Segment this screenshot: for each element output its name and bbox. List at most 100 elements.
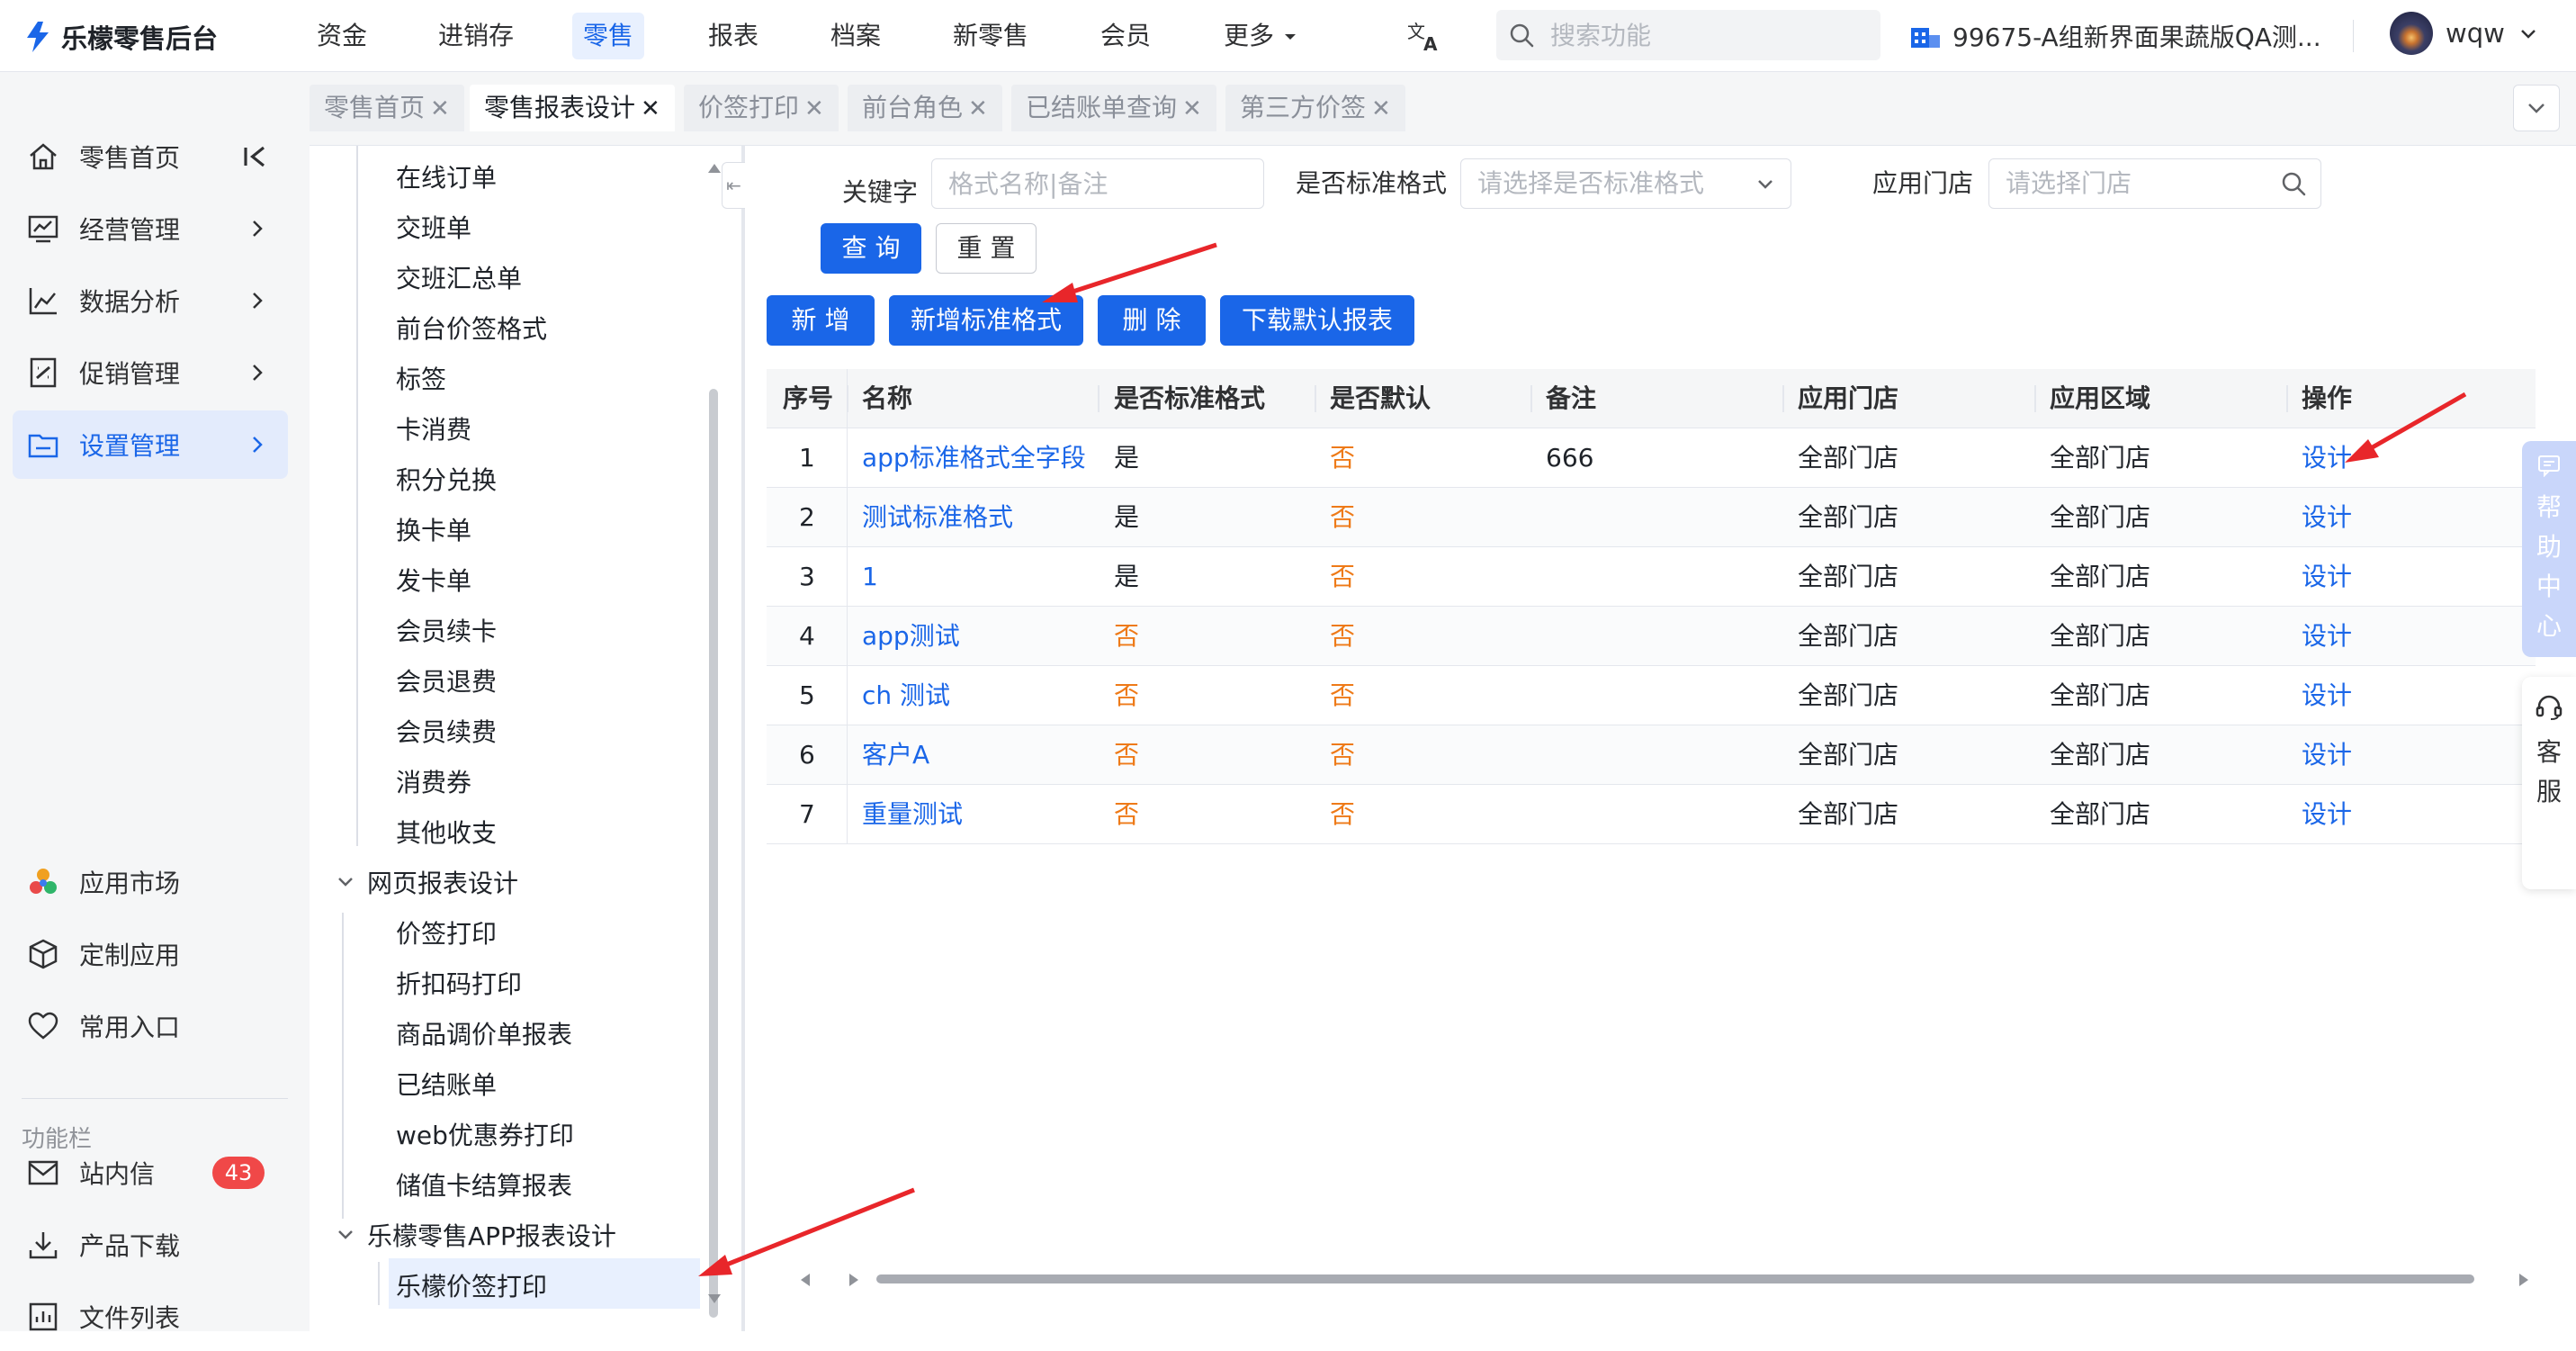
cell-name-link[interactable]: 重量测试 [862, 785, 963, 844]
scrollbar-thumb[interactable] [709, 389, 718, 1318]
tree-item[interactable]: 价签打印 [396, 914, 497, 950]
close-icon[interactable]: ✕ [1182, 95, 1202, 122]
tree-item[interactable]: 积分兑换 [396, 461, 497, 497]
app-logo[interactable]: 乐檬零售后台 [23, 18, 218, 56]
search-input[interactable] [1550, 10, 1874, 60]
tab-price-label[interactable]: 价签打印 ✕ [684, 85, 839, 131]
sidebar-item-settings[interactable]: 设置管理 [13, 410, 288, 479]
cell-name-link[interactable]: 测试标准格式 [862, 488, 1013, 547]
nav-xinlingshou[interactable]: 新零售 [942, 13, 1039, 59]
tree-item[interactable]: 消费券 [396, 763, 471, 799]
user-menu[interactable]: wqw [2390, 12, 2539, 55]
collapse-sidebar-icon[interactable] [241, 143, 268, 170]
close-icon[interactable]: ✕ [430, 95, 450, 122]
design-link[interactable]: 设计 [2302, 785, 2352, 844]
tree-item-active[interactable]: 乐檬价签打印 [396, 1267, 547, 1303]
add-button[interactable]: 新 增 [767, 295, 875, 346]
table-row[interactable]: 3 1 是 否 全部门店 全部门店 设计 [767, 547, 2536, 607]
sidebar-item-favorites[interactable]: 常用入口 [13, 992, 288, 1060]
store-filter-input[interactable]: 请选择门店 [1988, 158, 2321, 209]
nav-jinxiaocun[interactable]: 进销存 [427, 13, 525, 59]
store-selector[interactable]: 99675-A组新界面果蔬版QA测... [1909, 14, 2321, 58]
translate-icon[interactable]: 文 A [1405, 18, 1441, 54]
cell-name-link[interactable]: app标准格式全字段 [862, 428, 1086, 488]
sidebar-item-messages[interactable]: 站内信 43 [13, 1139, 288, 1207]
table-row[interactable]: 4 app测试 否 否 全部门店 全部门店 设计 [767, 607, 2536, 666]
sidebar-item-home[interactable]: 零售首页 [13, 122, 288, 191]
close-icon[interactable]: ✕ [804, 95, 824, 122]
tree-item[interactable]: 交班汇总单 [396, 259, 522, 295]
tree-item[interactable]: 在线订单 [396, 158, 497, 194]
tree-item[interactable]: web优惠券打印 [396, 1116, 574, 1152]
sidebar-item-download[interactable]: 产品下载 [13, 1211, 288, 1279]
sidebar-item-files[interactable]: 文件列表 [13, 1283, 288, 1351]
help-center-button[interactable]: 帮 助 中 心 [2522, 441, 2576, 657]
tree-group-app[interactable]: 乐檬零售APP报表设计 [338, 1217, 616, 1253]
tree-item[interactable]: 会员续卡 [396, 612, 497, 648]
tree-item[interactable]: 前台价签格式 [396, 310, 547, 346]
tree-group-web[interactable]: 网页报表设计 [338, 864, 518, 900]
design-link[interactable]: 设计 [2302, 547, 2352, 607]
tree-item[interactable]: 会员退费 [396, 662, 497, 698]
nav-dangan[interactable]: 档案 [820, 13, 892, 59]
standard-format-select[interactable]: 请选择是否标准格式 [1460, 158, 1791, 209]
tab-retail-home[interactable]: 零售首页 ✕ [310, 85, 464, 131]
tab-front-role[interactable]: 前台角色 ✕ [848, 85, 1002, 131]
design-link[interactable]: 设计 [2302, 428, 2352, 488]
nav-huiyuan[interactable]: 会员 [1090, 13, 1162, 59]
nav-zijin[interactable]: 资金 [306, 13, 378, 59]
tab-more-button[interactable] [2513, 85, 2560, 131]
scroll-up-icon[interactable] [708, 164, 721, 173]
nav-baobiao[interactable]: 报表 [697, 13, 769, 59]
tree-scrollbar[interactable] [707, 146, 722, 1331]
search-box[interactable] [1496, 10, 1880, 60]
table-row[interactable]: 7 重量测试 否 否 全部门店 全部门店 设计 [767, 785, 2536, 844]
keyword-input[interactable] [931, 158, 1264, 209]
nav-more[interactable]: 更多 [1213, 13, 1309, 59]
close-icon[interactable]: ✕ [641, 95, 660, 122]
sidebar-item-analysis[interactable]: 数据分析 [13, 266, 288, 335]
tab-third-party-label[interactable]: 第三方价签 ✕ [1225, 85, 1405, 131]
scroll-down-icon[interactable] [708, 1294, 721, 1303]
tab-closed-bills[interactable]: 已结账单查询 ✕ [1011, 85, 1216, 131]
scroll-left-icon[interactable] [801, 1274, 810, 1286]
scroll-right-icon[interactable] [849, 1274, 858, 1286]
table-row[interactable]: 6 客户A 否 否 全部门店 全部门店 设计 [767, 725, 2536, 785]
tree-item[interactable]: 已结账单 [396, 1066, 497, 1102]
cell-name-link[interactable]: app测试 [862, 607, 960, 666]
download-default-report-button[interactable]: 下载默认报表 [1220, 295, 1414, 346]
tree-item[interactable]: 会员续费 [396, 713, 497, 749]
tree-item[interactable]: 换卡单 [396, 511, 471, 547]
cell-name-link[interactable]: 1 [862, 547, 878, 607]
table-row[interactable]: 2 测试标准格式 是 否 全部门店 全部门店 设计 [767, 488, 2536, 547]
scroll-right-icon[interactable] [2519, 1274, 2528, 1286]
design-link[interactable]: 设计 [2302, 725, 2352, 785]
tree-item[interactable]: 发卡单 [396, 562, 471, 598]
reset-button[interactable]: 重 置 [936, 223, 1037, 274]
nav-lingshou[interactable]: 零售 [572, 13, 645, 59]
close-icon[interactable]: ✕ [1371, 95, 1391, 122]
horizontal-scrollbar[interactable] [767, 1262, 2536, 1298]
delete-button[interactable]: 删 除 [1098, 295, 1206, 346]
sidebar-item-app-market[interactable]: 应用市场 [13, 848, 288, 916]
sidebar-item-custom-app[interactable]: 定制应用 [13, 920, 288, 988]
scrollbar-thumb[interactable] [876, 1274, 2474, 1283]
table-row[interactable]: 5 ch 测试 否 否 全部门店 全部门店 设计 [767, 666, 2536, 725]
close-icon[interactable]: ✕ [968, 95, 988, 122]
add-standard-format-button[interactable]: 新增标准格式 [889, 295, 1083, 346]
collapse-tree-icon[interactable]: ⇤ [722, 162, 745, 209]
query-button[interactable]: 查 询 [821, 223, 921, 274]
design-link[interactable]: 设计 [2302, 666, 2352, 725]
design-link[interactable]: 设计 [2302, 488, 2352, 547]
tree-item[interactable]: 标签 [396, 360, 446, 396]
sidebar-item-business[interactable]: 经营管理 [13, 194, 288, 263]
design-link[interactable]: 设计 [2302, 607, 2352, 666]
tree-item[interactable]: 其他收支 [396, 814, 497, 850]
cell-name-link[interactable]: ch 测试 [862, 666, 950, 725]
sidebar-item-promotion[interactable]: 促销管理 [13, 338, 288, 407]
cell-name-link[interactable]: 客户A [862, 725, 929, 785]
table-row[interactable]: 1 app标准格式全字段 是 否 666 全部门店 全部门店 设计 [767, 428, 2536, 488]
tree-item[interactable]: 折扣码打印 [396, 965, 522, 1001]
tree-item[interactable]: 卡消费 [396, 410, 471, 446]
tree-item[interactable]: 储值卡结算报表 [396, 1166, 572, 1202]
